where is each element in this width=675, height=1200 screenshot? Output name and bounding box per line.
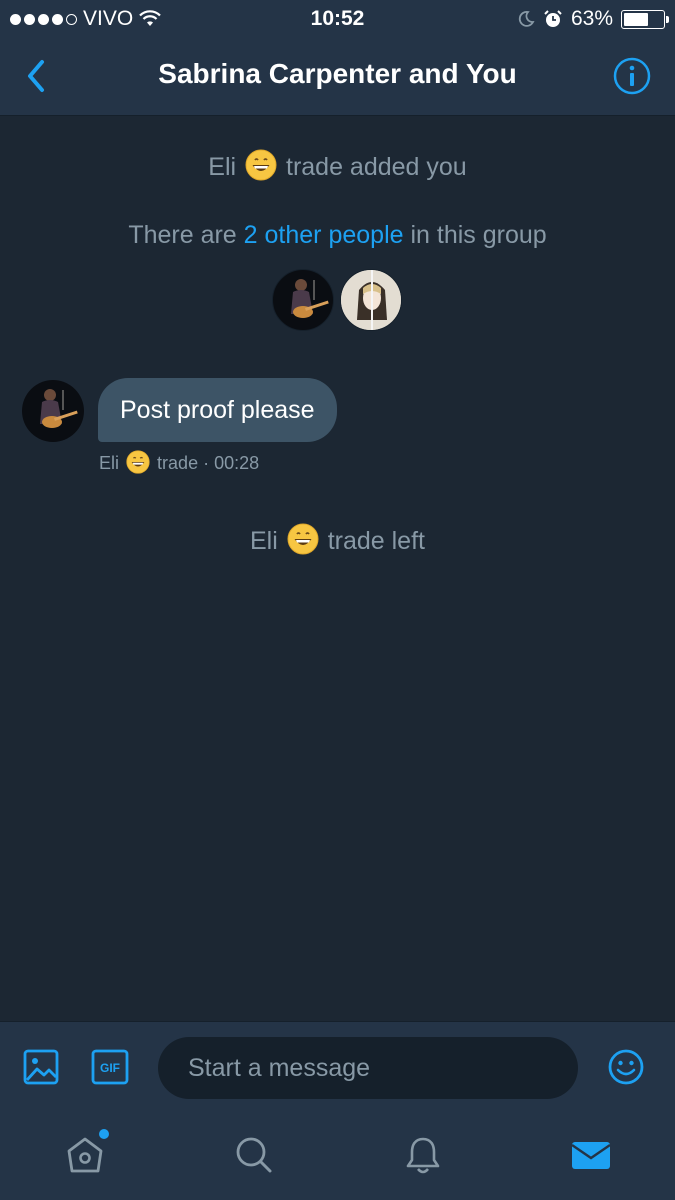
added-event: Eli trade added you [0, 149, 675, 182]
battery-percent: 63% [570, 7, 613, 30]
home-icon [67, 1137, 103, 1173]
message-time: 00:28 [214, 453, 260, 473]
group-info-suffix: in this group [403, 221, 547, 249]
added-event-name: Eli [208, 153, 237, 181]
grinning-face-icon [126, 450, 150, 474]
group-info: There are 2 other people in this group [0, 221, 675, 250]
message-meta: Eli trade · 00:28 [99, 450, 260, 474]
notifications-tab[interactable] [401, 1133, 445, 1177]
notifications-icon [406, 1137, 440, 1174]
avatar-sabrina[interactable] [340, 269, 402, 331]
nav-bar: Sabrina Carpenter and You [0, 38, 675, 116]
message-sender-avatar[interactable] [22, 380, 84, 442]
group-info-prefix: There are [128, 221, 244, 249]
avatar-eli[interactable] [272, 269, 334, 331]
other-people-link[interactable]: 2 other people [244, 221, 404, 249]
home-notification-dot [99, 1129, 109, 1139]
messages-tab[interactable] [569, 1133, 613, 1177]
status-right: 63% [517, 7, 669, 31]
meta-separator: · [203, 453, 210, 473]
gif-icon[interactable]: GIF [91, 1048, 129, 1086]
emoji-icon[interactable] [607, 1048, 645, 1086]
info-icon[interactable] [612, 56, 652, 96]
left-event: Eli trade left [0, 523, 675, 556]
group-avatars[interactable] [272, 269, 404, 333]
grinning-face-icon [287, 523, 319, 555]
messages-icon [571, 1142, 611, 1169]
message-composer: GIF [0, 1021, 675, 1111]
conversation-area[interactable]: Eli trade added you There are 2 other pe… [0, 117, 675, 1020]
message-sender-name: Eli [99, 453, 120, 473]
chevron-left-icon[interactable] [20, 56, 56, 96]
battery-icon [621, 9, 669, 29]
message-bubble[interactable]: Post proof please [98, 378, 337, 442]
alarm-icon [544, 10, 562, 27]
status-bar: VIVO 10:52 63% [0, 0, 675, 38]
message-sender-suffix: trade [157, 453, 199, 473]
image-icon[interactable] [22, 1048, 60, 1086]
grinning-face-icon [245, 149, 277, 181]
added-event-text: trade added you [286, 153, 467, 181]
conversation-title: Sabrina Carpenter and You [158, 58, 517, 89]
home-tab[interactable] [63, 1129, 109, 1177]
search-tab[interactable] [232, 1133, 276, 1177]
message-input[interactable] [158, 1037, 578, 1099]
search-icon [236, 1137, 272, 1173]
left-event-text: trade left [327, 527, 425, 555]
gif-label: GIF [100, 1061, 120, 1075]
moon-icon [518, 11, 535, 27]
tab-bar [0, 1111, 675, 1200]
left-event-name: Eli [250, 527, 278, 555]
